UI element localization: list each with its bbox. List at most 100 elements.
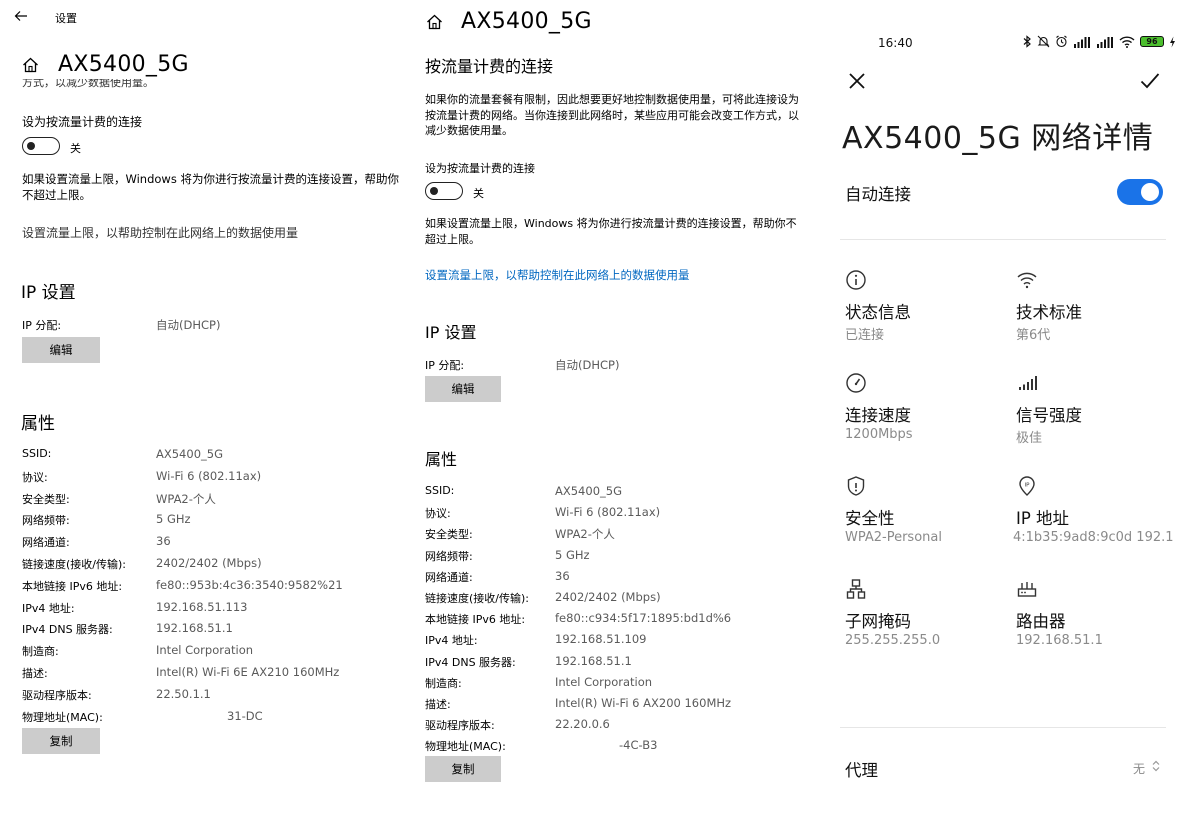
ip-settings-heading: IP 设置 xyxy=(21,283,76,303)
metered-toggle[interactable] xyxy=(425,182,463,200)
property-value: Intel Corporation xyxy=(156,643,254,658)
detail-label: 状态信息 xyxy=(845,303,911,322)
toggle-state-text: 关 xyxy=(70,142,81,155)
property-key: 物理地址(MAC): xyxy=(425,740,506,754)
property-key: 网络通道: xyxy=(425,570,473,584)
property-key: 本地链接 IPv6 地址: xyxy=(425,613,526,627)
detail-label: 连接速度 xyxy=(845,406,911,425)
signal-bars-icon xyxy=(1019,376,1037,390)
battery-icon: 96 xyxy=(1140,36,1164,47)
property-value: Wi-Fi 6 (802.11ax) xyxy=(555,505,661,520)
cell-signal-2-icon xyxy=(1097,36,1113,48)
metered-description: 如果你的流量套餐有限制，因此想要更好地控制数据使用量，可将此连接设为按流量计费的… xyxy=(425,93,799,137)
detail-label: IP 地址 xyxy=(1016,509,1070,528)
ip-settings-heading: IP 设置 xyxy=(425,323,477,342)
property-key: 网络频带: xyxy=(22,514,70,528)
property-key: IPv4 DNS 服务器: xyxy=(425,655,516,669)
home-icon xyxy=(23,57,38,73)
charging-icon xyxy=(1170,36,1175,47)
detail-value: 192.168.51.1 xyxy=(1016,633,1103,648)
property-key: 制造商: xyxy=(22,645,59,659)
toggle-state-text: 关 xyxy=(473,187,484,200)
property-key: 物理地址(MAC): xyxy=(22,710,103,724)
property-value: Intel(R) Wi-Fi 6E AX210 160MHz xyxy=(156,665,340,679)
alarm-icon xyxy=(1056,35,1067,48)
window-title: 设置 xyxy=(55,12,77,25)
battery-level: 96 xyxy=(1146,37,1158,46)
property-value: 2402/2402 (Mbps) xyxy=(555,590,661,604)
divider xyxy=(840,727,1166,728)
property-value: 31-DC xyxy=(227,708,263,723)
detail-value: 极佳 xyxy=(1016,431,1043,446)
property-value: 192.168.51.109 xyxy=(555,632,647,647)
close-icon[interactable] xyxy=(848,72,866,90)
wifi-icon xyxy=(1017,272,1037,289)
properties-heading: 属性 xyxy=(21,414,55,434)
property-key: 本地链接 IPv6 地址: xyxy=(22,579,123,593)
copy-button[interactable]: 复制 xyxy=(22,728,100,754)
property-value: WPA2-个人 xyxy=(555,527,615,542)
data-limit-link[interactable]: 设置流量上限，以帮助控制在此网络上的数据使用量 xyxy=(22,224,298,241)
property-value: 2402/2402 (Mbps) xyxy=(156,556,262,570)
detail-value: 第6代 xyxy=(1016,328,1051,343)
auto-connect-toggle[interactable] xyxy=(1117,179,1163,205)
divider xyxy=(840,239,1166,240)
property-key: SSID: xyxy=(425,484,455,497)
property-key: 网络通道: xyxy=(22,536,70,550)
metered-label: 设为按流量计费的连接 xyxy=(425,162,535,175)
edit-button[interactable]: 编辑 xyxy=(22,337,100,363)
page-title: AX5400_5G xyxy=(461,9,592,34)
edit-button[interactable]: 编辑 xyxy=(425,376,501,402)
property-value: 5 GHz xyxy=(555,547,590,562)
property-value: 192.168.51.113 xyxy=(156,599,248,614)
metered-toggle[interactable] xyxy=(22,137,60,155)
property-key: 制造商: xyxy=(425,676,462,690)
property-key: SSID: xyxy=(22,447,52,460)
detail-value: 已连接 xyxy=(845,328,885,343)
property-value: 22.20.0.6 xyxy=(555,717,610,732)
data-limit-link[interactable]: 设置流量上限，以帮助控制在此网络上的数据使用量 xyxy=(425,267,690,283)
status-icons: 96 xyxy=(1023,35,1176,48)
property-key: 安全类型: xyxy=(425,528,473,542)
property-value: Wi-Fi 6 (802.11ax) xyxy=(156,468,262,483)
property-value: 36 xyxy=(156,534,171,549)
back-arrow-icon[interactable] xyxy=(14,10,28,22)
home-icon xyxy=(427,14,442,30)
properties-heading: 属性 xyxy=(425,450,458,469)
property-key: 安全类型: xyxy=(22,492,70,506)
page-title: AX5400_5G xyxy=(58,52,189,77)
detail-label: 技术标准 xyxy=(1016,303,1082,322)
cell-signal-1-icon xyxy=(1074,36,1090,48)
property-key: 链接速度(接收/传输): xyxy=(22,558,126,571)
detail-value: 4:1b35:9ad8:9c0d 192.1 xyxy=(1013,530,1173,545)
copy-button[interactable]: 复制 xyxy=(425,756,501,782)
property-value: WPA2-个人 xyxy=(156,491,216,506)
metered-heading: 按流量计费的连接 xyxy=(425,57,554,76)
scrolled-text-fragment: 方式，以减少数据使用量。 xyxy=(22,79,154,89)
shield-icon xyxy=(847,476,865,496)
confirm-check-icon[interactable] xyxy=(1140,72,1160,90)
property-key: 网络频带: xyxy=(425,549,473,563)
ip-assign-label: IP 分配: xyxy=(22,319,62,332)
property-key: 描述: xyxy=(22,667,48,680)
metered-label: 设为按流量计费的连接 xyxy=(22,115,143,129)
proxy-label: 代理 xyxy=(845,761,878,780)
bluetooth-icon xyxy=(1023,35,1031,48)
property-value: Intel(R) Wi-Fi 6 AX200 160MHz xyxy=(555,696,732,710)
proxy-row[interactable]: 代理 无 xyxy=(820,745,1200,790)
property-value: -4C-B3 xyxy=(619,738,658,753)
property-key: 链接速度(接收/传输): xyxy=(425,592,529,605)
router-icon xyxy=(1017,582,1037,597)
proxy-value: 无 xyxy=(1133,762,1146,776)
property-value: 5 GHz xyxy=(156,512,191,527)
limit-description: 如果设置流量上限，Windows 将为你进行按流量计费的连接设置，帮助你不超过上… xyxy=(425,217,797,246)
property-value: 192.168.51.1 xyxy=(156,621,233,636)
property-value: 36 xyxy=(555,568,570,583)
ip-assign-value: 自动(DHCP) xyxy=(555,358,620,372)
phone-network-details: 16:40 96 AX5400_5G 网络详情 自动连接 状态信息 已连接 技术… xyxy=(820,0,1200,814)
settings-window-1: 设置 AX5400_5G 方式，以减少数据使用量。 设为按流量计费的连接 关 如… xyxy=(0,0,412,814)
detail-value: WPA2-Personal xyxy=(845,530,942,545)
property-key: 协议: xyxy=(425,507,451,521)
property-value: AX5400_5G xyxy=(555,484,622,498)
wifi-status-icon xyxy=(1119,35,1135,48)
